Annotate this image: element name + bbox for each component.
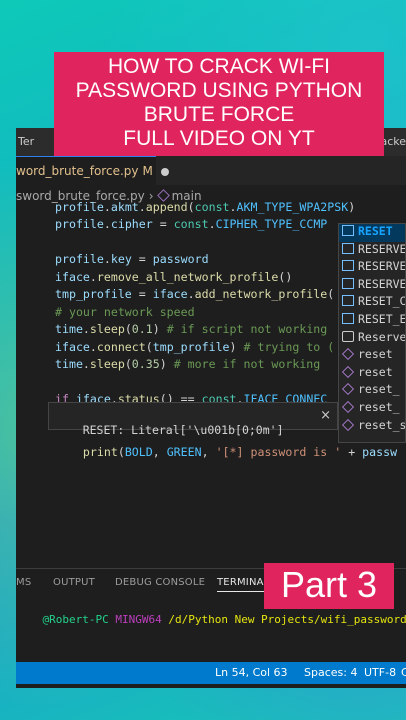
- suggestion-item[interactable]: RESET: [339, 224, 405, 242]
- suggestion-item[interactable]: reset: [339, 347, 405, 365]
- suggestion-item[interactable]: Reserve: [339, 330, 405, 348]
- suggestion-item[interactable]: RESERVE: [339, 259, 405, 277]
- method-cube-icon: [341, 418, 355, 431]
- constant-icon: [342, 295, 354, 307]
- suggestion-item[interactable]: RESET_E: [339, 312, 405, 330]
- keyword-icon: [342, 330, 354, 342]
- constant-icon: [342, 277, 354, 289]
- code-line: profile.cipher = const.CIPHER_TYPE_CCMP: [55, 217, 328, 231]
- banner-line: PASSWORD USING PYTHON: [75, 79, 363, 102]
- banner-line: FULL VIDEO ON YT: [123, 127, 315, 150]
- tab-output[interactable]: OUTPUT: [53, 577, 95, 588]
- method-cube-icon: [341, 348, 355, 361]
- constant-icon: [342, 242, 354, 254]
- unsaved-dot-icon[interactable]: [160, 167, 169, 176]
- encoding-setting[interactable]: UTF-8: [364, 666, 396, 679]
- method-cube-icon: [341, 365, 355, 378]
- modified-indicator: M: [142, 164, 153, 178]
- code-line: # your network speed: [55, 305, 195, 319]
- code-line: time.sleep(0.1) # if script not working: [55, 322, 328, 336]
- code-line: profile.akmt.append(const.AKM_TYPE_WPA2P…: [55, 200, 356, 214]
- banner-line: BRUTE FORCE: [143, 103, 295, 126]
- cursor-position[interactable]: Ln 54, Col 63: [215, 666, 288, 679]
- tab-debug-console[interactable]: DEBUG CONSOLE: [115, 577, 205, 588]
- banner-line: HOW TO CRACK WI-FI: [107, 55, 331, 78]
- tab-terminal[interactable]: TERMINAL: [217, 577, 270, 592]
- code-line: tmp_profile = iface.add_network_profile(: [55, 287, 335, 301]
- constant-icon: [342, 225, 354, 236]
- editor-tab-bar: word_brute_force.py M: [16, 156, 406, 186]
- tab-filename: word_brute_force.py: [16, 164, 139, 178]
- terminal-path: /d/Python New Projects/wifi_password_cra…: [168, 613, 406, 626]
- code-line: iface.connect(tmp_profile) # trying to (: [55, 340, 335, 354]
- method-cube-icon: [341, 383, 355, 396]
- close-icon[interactable]: ×: [320, 408, 331, 423]
- suggestion-item[interactable]: RESERVE: [339, 277, 405, 295]
- method-cube-icon: [341, 400, 355, 414]
- suggestion-item[interactable]: reset: [339, 365, 405, 383]
- menu-terminal[interactable]: Ter: [18, 135, 34, 148]
- status-bar: Ln 54, Col 63 Spaces: 4 UTF-8 C: [16, 662, 406, 684]
- hover-tooltip: RESET: Literal['\u001b[0;0m'] ×: [48, 402, 338, 437]
- autocomplete-list[interactable]: RESET RESERVE RESERVE RESERVE RESET_C RE…: [338, 223, 406, 443]
- suggestion-item[interactable]: reset_s: [339, 418, 405, 436]
- tab-problems[interactable]: MS: [16, 577, 31, 588]
- tab-brute-force-file[interactable]: word_brute_force.py M: [16, 156, 169, 186]
- hover-text: RESET: Literal['\u001b[0;0m']: [82, 423, 284, 437]
- part-number-badge: Part 3: [264, 563, 394, 609]
- suggestion-item[interactable]: RESET_C: [339, 294, 405, 312]
- eol-setting[interactable]: C: [401, 666, 406, 679]
- suggestion-item[interactable]: reset_: [339, 400, 405, 418]
- suggestion-item[interactable]: reset_: [339, 382, 405, 400]
- constant-icon: [342, 260, 354, 272]
- video-title-banner: HOW TO CRACK WI-FI PASSWORD USING PYTHON…: [54, 52, 384, 156]
- code-line: profile.key = password: [55, 252, 209, 266]
- code-line: time.sleep(0.35) # more if not working: [55, 357, 321, 371]
- indentation-setting[interactable]: Spaces: 4: [304, 666, 357, 679]
- code-line: print(BOLD, GREEN, '[*] password is ' + …: [82, 445, 398, 459]
- terminal-shell: MINGW64: [115, 613, 162, 626]
- suggestion-item[interactable]: RESERVE: [339, 242, 405, 260]
- terminal-user: @Robert-PC: [42, 613, 109, 626]
- code-line: iface.remove_all_network_profile(): [55, 270, 293, 284]
- constant-icon: [342, 313, 354, 324]
